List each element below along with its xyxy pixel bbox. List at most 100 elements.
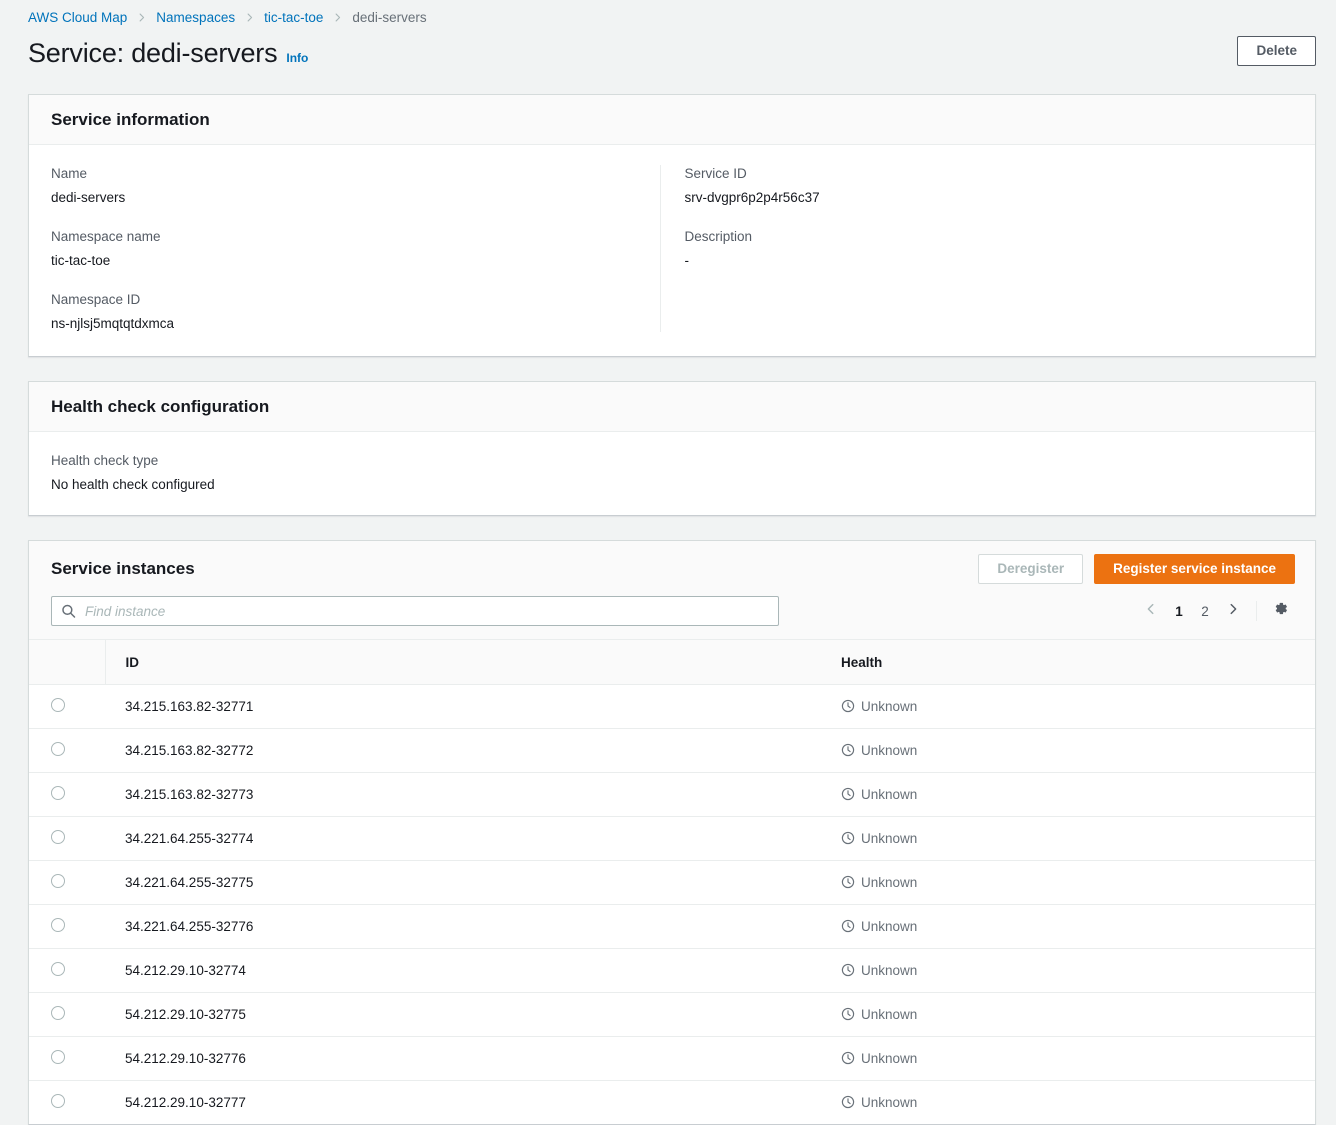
health-check-configuration-title: Health check configuration — [51, 397, 270, 416]
table-row[interactable]: 34.215.163.82-32771 Unknown — [29, 684, 1315, 729]
row-health-cell: Unknown — [841, 816, 1315, 861]
health-label: Unknown — [861, 786, 918, 802]
breadcrumb: AWS Cloud Map Namespaces tic-tac-toe dedi-s… — [0, 0, 1336, 28]
field-value: - — [684, 253, 690, 268]
field-description: Description - — [685, 228, 1270, 269]
breadcrumb-item-2[interactable]: Namespaces — [156, 10, 235, 25]
page-title-row: Service: dedi-servers Info Delete — [0, 28, 1336, 84]
row-radio-button[interactable] — [51, 1093, 65, 1108]
health-status: Unknown — [841, 831, 1315, 846]
row-select-cell — [29, 948, 105, 993]
pending-clock-icon — [841, 787, 855, 801]
breadcrumb-item-1[interactable]: AWS Cloud Map — [28, 10, 127, 25]
deregister-button[interactable]: Deregister — [978, 554, 1084, 584]
field-value: ns-njlsj5mqtqtdxmca — [51, 316, 175, 331]
pending-clock-icon — [841, 1095, 855, 1109]
search-field — [51, 596, 779, 626]
health-check-configuration-header: Health check configuration — [29, 382, 1315, 432]
delete-button[interactable]: Delete — [1237, 36, 1316, 66]
service-information-title: Service information — [51, 110, 210, 129]
health-check-configuration-body: Health check type No health check config… — [29, 432, 1315, 515]
table-row[interactable]: 54.212.29.10-32774 Unknown — [29, 948, 1315, 993]
info-link[interactable]: Info — [286, 51, 308, 65]
health-status: Unknown — [841, 875, 1315, 890]
health-status: Unknown — [841, 919, 1315, 934]
service-information-panel: Service information Name dedi-servers Na… — [28, 94, 1316, 357]
service-instances-actions: Deregister Register service instance — [978, 554, 1295, 584]
health-status: Unknown — [841, 1095, 1315, 1110]
pagination-page-1[interactable]: 1 — [1166, 596, 1192, 626]
health-label: Unknown — [861, 742, 918, 758]
health-label: Unknown — [861, 830, 918, 846]
row-health-cell: Unknown — [841, 772, 1315, 817]
service-information-header: Service information — [29, 95, 1315, 145]
breadcrumb-item-3[interactable]: tic-tac-toe — [264, 10, 323, 25]
field-label: Health check type — [51, 453, 159, 468]
row-health-cell: Unknown — [841, 904, 1315, 949]
health-status: Unknown — [841, 787, 1315, 802]
health-label: Unknown — [861, 698, 918, 714]
row-health-cell: Unknown — [841, 1036, 1315, 1081]
row-radio-button[interactable] — [51, 917, 65, 932]
row-radio-button[interactable] — [51, 785, 65, 800]
service-instances-panel: Service instances Deregister Register se… — [28, 540, 1316, 1125]
row-radio-button[interactable] — [51, 961, 65, 976]
field-service-id: Service ID srv-dvgpr6p2p4r56c37 — [685, 165, 1270, 206]
service-instances-toolbar-bottom: 1 2 — [51, 596, 1295, 626]
field-name: Name dedi-servers — [51, 165, 636, 206]
table-row[interactable]: 54.212.29.10-32776 Unknown — [29, 1036, 1315, 1081]
row-select-cell — [29, 992, 105, 1037]
table-header-row: ID Health — [29, 640, 1315, 685]
health-label: Unknown — [861, 1094, 918, 1110]
row-id-cell: 54.212.29.10-32776 — [105, 1036, 841, 1081]
pagination-prev-button[interactable] — [1136, 596, 1166, 626]
column-header-id: ID — [104, 640, 841, 685]
table-row[interactable]: 54.212.29.10-32775 Unknown — [29, 992, 1315, 1037]
health-status: Unknown — [841, 699, 1315, 714]
row-radio-button[interactable] — [51, 1005, 65, 1020]
row-id-cell: 34.215.163.82-32771 — [105, 684, 841, 729]
row-health-cell: Unknown — [841, 992, 1315, 1037]
field-value: No health check configured — [51, 477, 215, 492]
row-radio-button[interactable] — [51, 697, 65, 712]
pagination-next-button[interactable] — [1218, 596, 1248, 626]
pending-clock-icon — [841, 875, 855, 889]
table-row[interactable]: 34.221.64.255-32774 Unknown — [29, 816, 1315, 861]
service-information-column-right: Service ID srv-dvgpr6p2p4r56c37 Descript… — [659, 165, 1294, 332]
field-label: Namespace ID — [51, 292, 141, 307]
field-value: srv-dvgpr6p2p4r56c37 — [684, 190, 820, 205]
chevron-right-icon — [1226, 602, 1240, 621]
health-status: Unknown — [841, 963, 1315, 978]
row-id-cell: 34.221.64.255-32775 — [105, 860, 841, 905]
table-preferences-button[interactable] — [1265, 596, 1295, 626]
service-instances-toolbar-top: Service instances Deregister Register se… — [51, 554, 1295, 584]
pagination-page-2[interactable]: 2 — [1192, 596, 1218, 626]
breadcrumb-separator-icon — [244, 12, 255, 23]
row-radio-button[interactable] — [51, 741, 65, 756]
health-label: Unknown — [861, 1050, 918, 1066]
row-id-cell: 34.221.64.255-32776 — [105, 904, 841, 949]
table-row[interactable]: 34.215.163.82-32773 Unknown — [29, 772, 1315, 817]
row-radio-button[interactable] — [51, 873, 65, 888]
row-select-cell — [29, 772, 105, 817]
row-health-cell: Unknown — [841, 684, 1315, 729]
column-header-select — [29, 640, 105, 685]
pending-clock-icon — [841, 1051, 855, 1065]
page-title: Service: dedi-servers — [28, 38, 278, 68]
service-information-column-left: Name dedi-servers Namespace name tic-tac… — [51, 165, 660, 332]
table-row[interactable]: 34.215.163.82-32772 Unknown — [29, 728, 1315, 773]
health-status: Unknown — [841, 743, 1315, 758]
register-service-instance-button[interactable]: Register service instance — [1094, 554, 1295, 584]
health-check-configuration-panel: Health check configuration Health check … — [28, 381, 1316, 516]
search-input[interactable] — [51, 596, 779, 626]
row-radio-button[interactable] — [51, 1049, 65, 1064]
table-row[interactable]: 34.221.64.255-32775 Unknown — [29, 860, 1315, 905]
service-information-body: Name dedi-servers Namespace name tic-tac… — [29, 145, 1315, 356]
health-label: Unknown — [861, 918, 918, 934]
row-radio-button[interactable] — [51, 829, 65, 844]
chevron-left-icon — [1144, 602, 1158, 621]
table-row[interactable]: 34.221.64.255-32776 Unknown — [29, 904, 1315, 949]
breadcrumb-separator-icon — [136, 12, 147, 23]
health-status: Unknown — [841, 1007, 1315, 1022]
pending-clock-icon — [841, 831, 855, 845]
